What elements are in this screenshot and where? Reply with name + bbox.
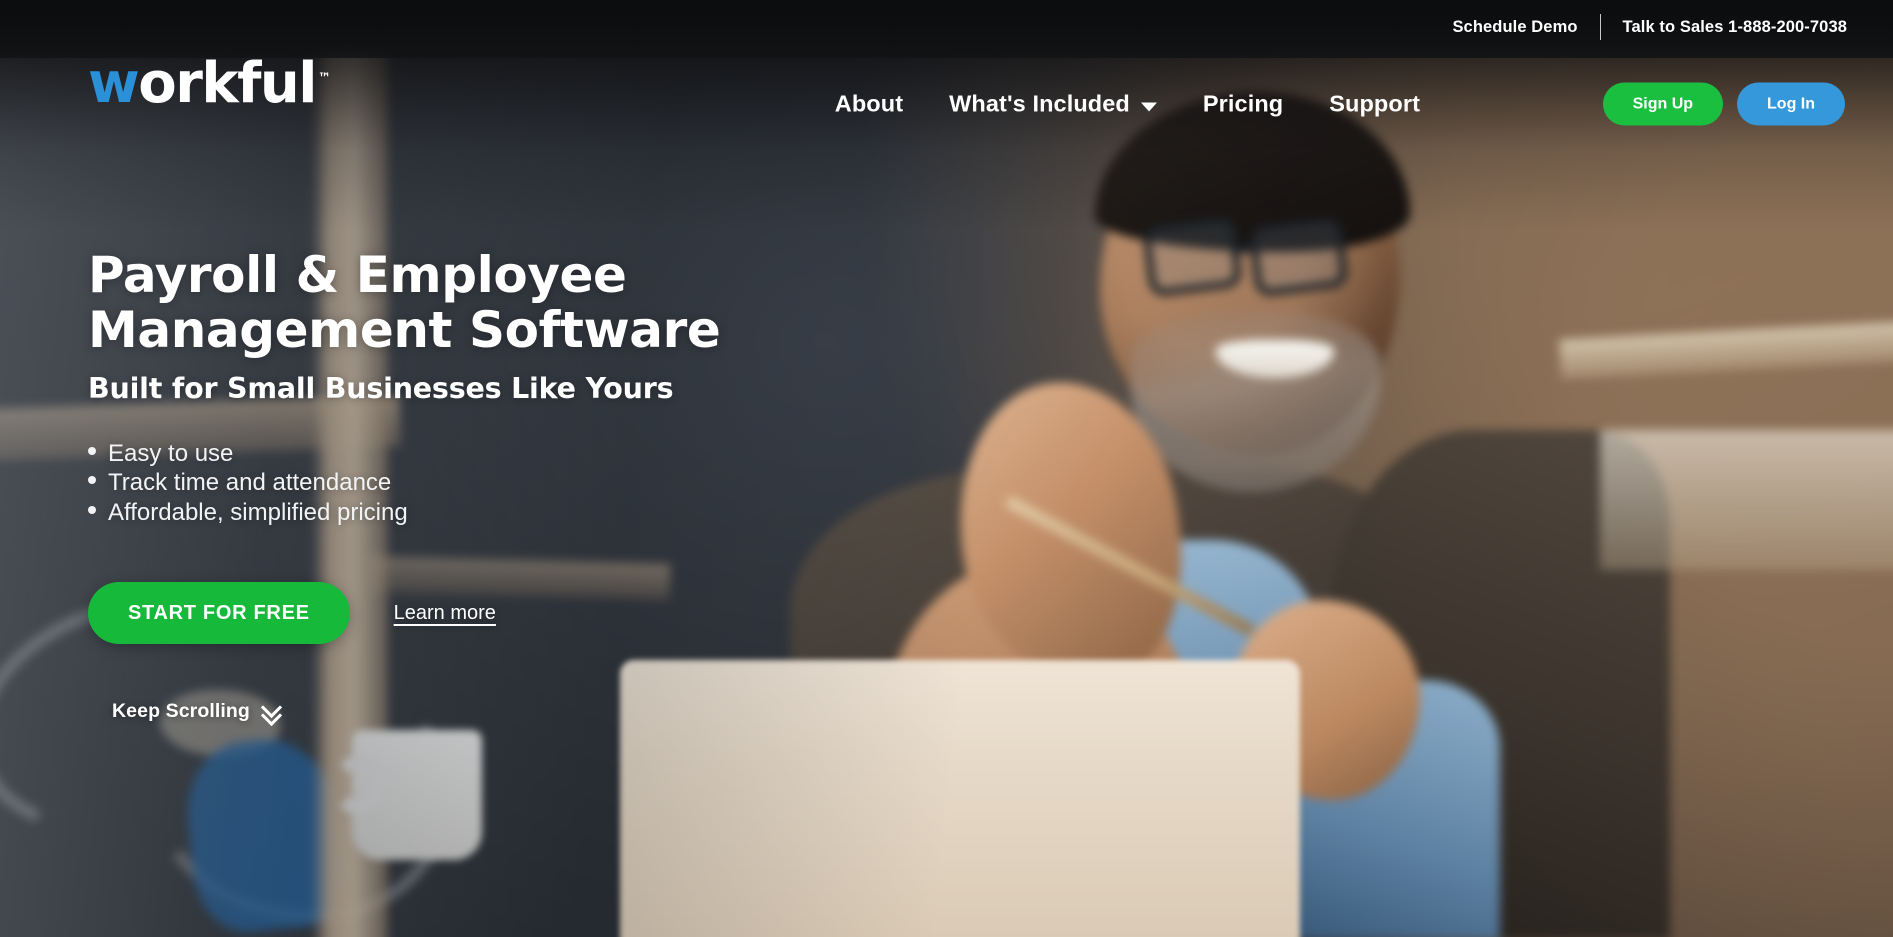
benefit-label: Affordable, simplified pricing bbox=[108, 498, 408, 526]
hero-content: Schedule Demo Talk to Sales 1-888-200-70… bbox=[0, 0, 1893, 937]
keep-scrolling-label: Keep Scrolling bbox=[112, 700, 250, 722]
logo-letter-w: w bbox=[88, 51, 140, 116]
nav-item-about-label: About bbox=[834, 90, 904, 117]
bullet-dot-icon bbox=[88, 447, 96, 455]
list-item: Easy to use bbox=[88, 439, 908, 468]
nav-item-support[interactable]: Support bbox=[1329, 91, 1420, 118]
main-navigation: workful ™ About What's Included Pricing S… bbox=[0, 56, 1893, 150]
nav-item-pricing[interactable]: Pricing bbox=[1203, 91, 1283, 118]
sign-up-button[interactable]: Sign Up bbox=[1602, 82, 1724, 126]
nav-item-support-label: Support bbox=[1329, 90, 1420, 117]
log-in-button[interactable]: Log In bbox=[1737, 82, 1845, 126]
hero-cta-row: START FOR FREE Learn more bbox=[88, 582, 496, 644]
bullet-dot-icon bbox=[88, 505, 96, 514]
utility-divider bbox=[1599, 14, 1601, 40]
talk-to-sales-phone[interactable]: Talk to Sales 1-888-200-7038 bbox=[1623, 18, 1847, 37]
list-item: Track time and attendance bbox=[88, 468, 908, 497]
logo-wordmark: orkful bbox=[138, 51, 317, 116]
nav-item-whats-included[interactable]: What's Included bbox=[949, 91, 1157, 118]
learn-more-link[interactable]: Learn more bbox=[394, 602, 496, 625]
schedule-demo-link[interactable]: Schedule Demo bbox=[1452, 18, 1577, 37]
page-title: Payroll & Employee Management Software bbox=[88, 246, 721, 359]
list-item: Affordable, simplified pricing bbox=[88, 498, 908, 527]
keep-scrolling-cue[interactable]: Keep Scrolling bbox=[112, 696, 283, 727]
nav-item-whats-included-label: What's Included bbox=[949, 90, 1130, 117]
hero-copy: Payroll & Employee Management Software B… bbox=[88, 248, 908, 527]
trademark-symbol: ™ bbox=[318, 71, 331, 87]
nav-action-buttons: Sign Up Log In bbox=[1602, 82, 1845, 126]
nav-item-pricing-label: Pricing bbox=[1202, 90, 1284, 117]
utility-bar: Schedule Demo Talk to Sales 1-888-200-70… bbox=[1452, 14, 1847, 40]
nav-links: About What's Included Pricing Support bbox=[835, 91, 1420, 118]
workful-logo[interactable]: workful ™ bbox=[88, 56, 331, 112]
start-for-free-button[interactable]: START FOR FREE bbox=[88, 582, 350, 644]
page-subtitle: Built for Small Businesses Like Yours bbox=[88, 372, 674, 405]
benefit-label: Track time and attendance bbox=[108, 469, 392, 497]
benefit-label: Easy to use bbox=[108, 440, 234, 467]
double-chevron-down-icon bbox=[260, 696, 283, 727]
hero-benefit-list: Easy to use Track time and attendance Af… bbox=[88, 439, 908, 527]
bullet-dot-icon bbox=[88, 476, 96, 485]
hero-section: Schedule Demo Talk to Sales 1-888-200-70… bbox=[0, 0, 1893, 937]
chevron-down-icon bbox=[1140, 102, 1157, 111]
nav-item-about[interactable]: About bbox=[835, 91, 903, 118]
